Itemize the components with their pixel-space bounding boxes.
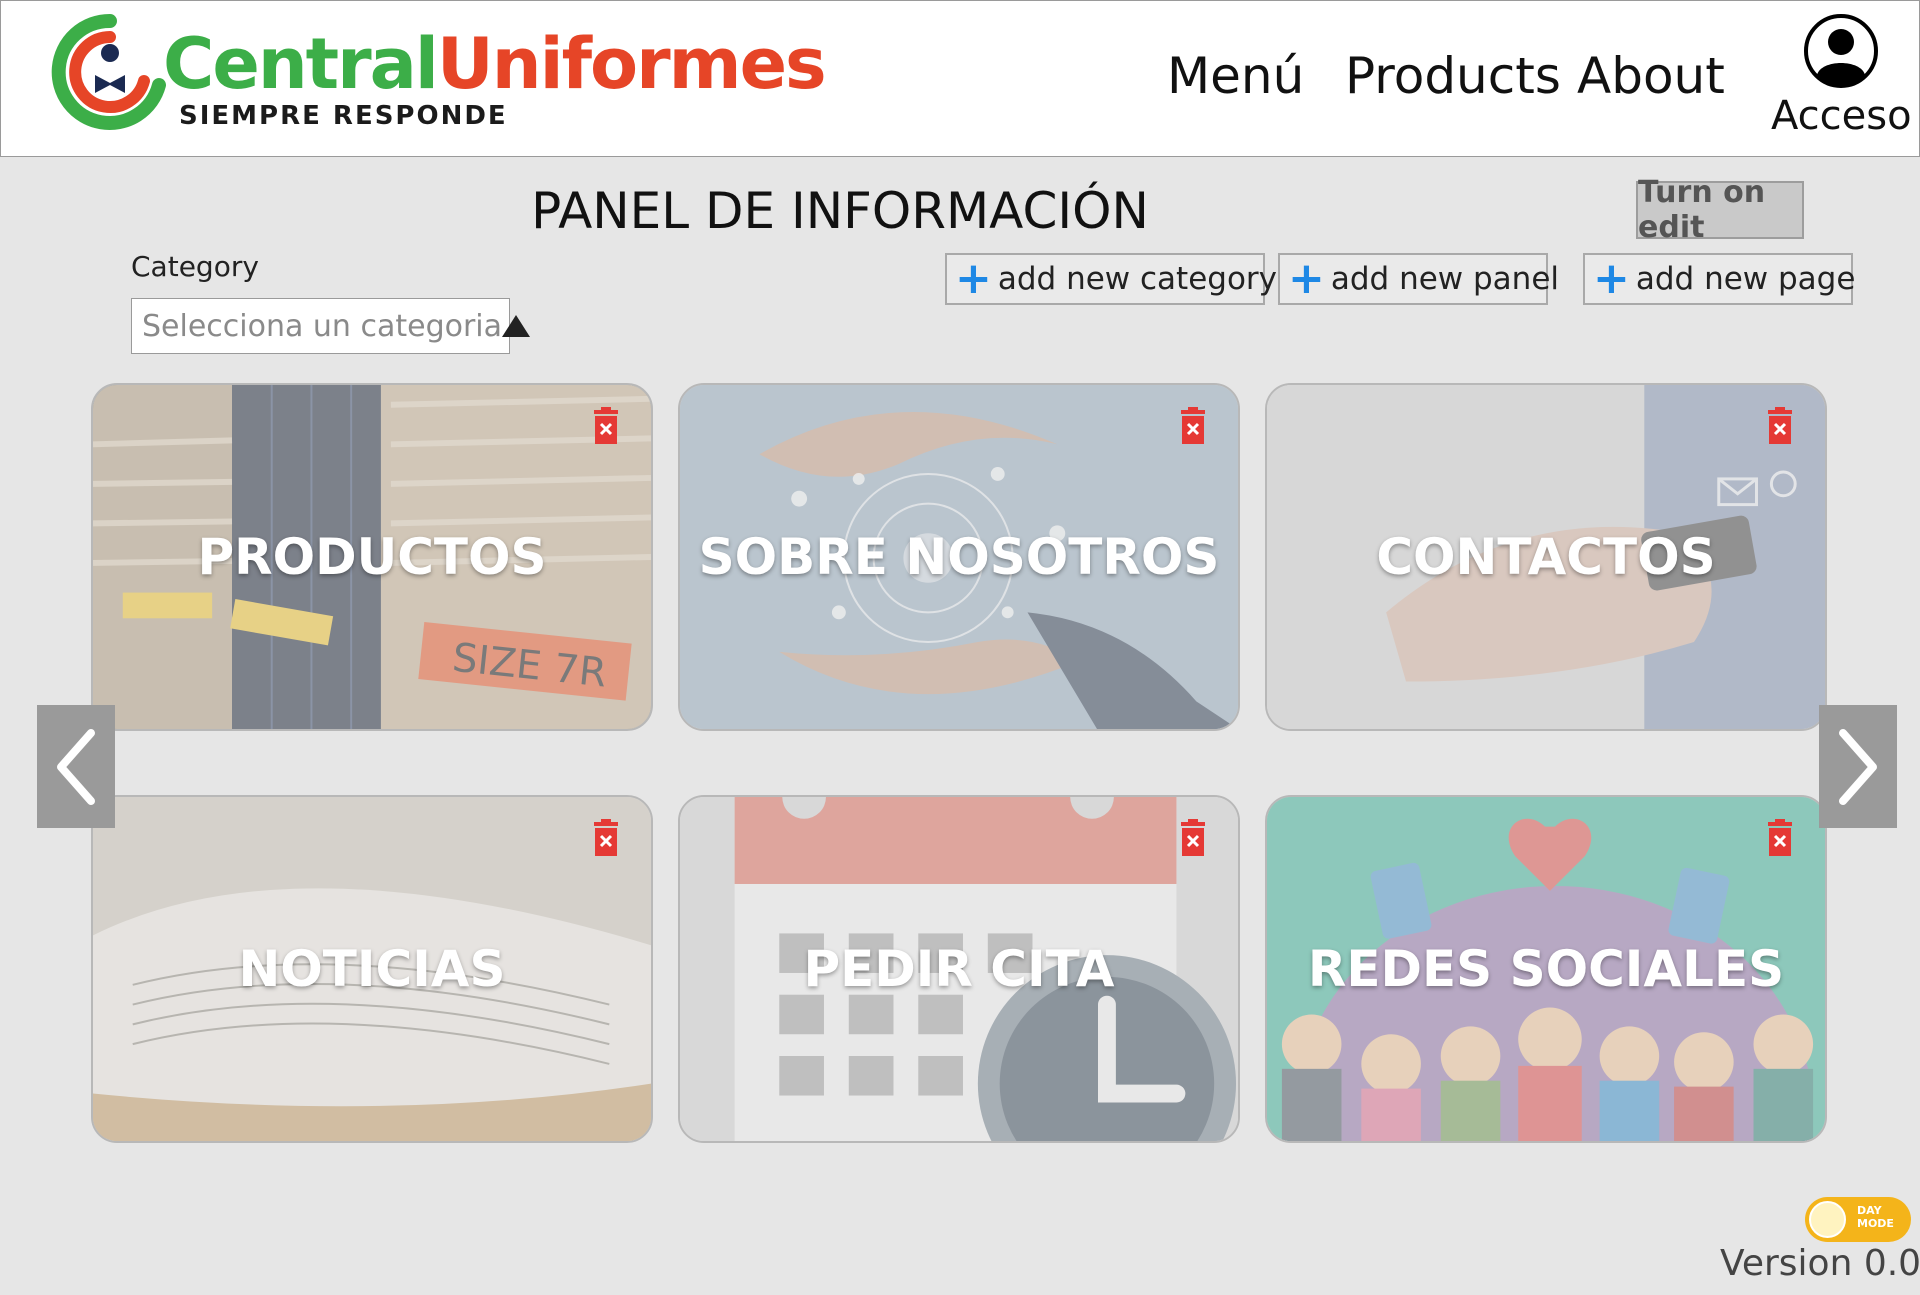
category-select[interactable]: Selecciona un categoria xyxy=(131,298,531,354)
trash-icon[interactable] xyxy=(591,819,621,857)
plus-icon: + xyxy=(955,253,992,304)
panel-redes-sociales[interactable]: REDES SOCIALES xyxy=(1265,795,1827,1143)
add-category-button[interactable]: + add new category xyxy=(945,253,1277,305)
trash-icon[interactable] xyxy=(1178,819,1208,857)
chevron-left-icon xyxy=(57,728,95,805)
day-mode-label: DAY MODE xyxy=(1857,1204,1894,1230)
trash-icon[interactable] xyxy=(1178,407,1208,445)
nav-about-link[interactable]: About xyxy=(1577,47,1725,105)
logo-tagline: SIEMPRE RESPONDE xyxy=(179,101,508,131)
previous-button[interactable] xyxy=(37,705,115,828)
panel-title: PRODUCTOS xyxy=(197,528,547,586)
chevron-down-icon xyxy=(502,315,531,337)
login-button[interactable]: Acceso xyxy=(1771,13,1912,143)
top-bar: CentralUniformes SIEMPRE RESPONDE Menú P… xyxy=(0,0,1920,157)
plus-icon: + xyxy=(1288,253,1325,304)
add-category-label: add new category xyxy=(997,261,1278,297)
panel-noticias[interactable]: NOTICIAS xyxy=(91,795,653,1143)
nav-products-link[interactable]: Products xyxy=(1345,47,1561,105)
turn-on-edit-button[interactable]: Turn on edit xyxy=(1636,175,1804,245)
plus-icon: + xyxy=(1593,253,1630,304)
next-button[interactable] xyxy=(1819,705,1897,828)
add-panel-label: add new panel xyxy=(1330,261,1560,297)
trash-icon[interactable] xyxy=(591,407,621,445)
panel-title: REDES SOCIALES xyxy=(1307,940,1785,998)
add-panel-button[interactable]: + add new panel xyxy=(1278,253,1559,305)
panel-title: PEDIR CITA xyxy=(803,940,1115,998)
login-label: Acceso xyxy=(1771,93,1912,139)
trash-icon[interactable] xyxy=(1765,407,1795,445)
panel-title: SOBRE NOSOTROS xyxy=(698,528,1220,586)
category-label: Category xyxy=(131,250,259,283)
logo-wordmark: CentralUniformes xyxy=(163,23,827,105)
chevron-right-icon xyxy=(1839,728,1877,805)
add-page-label: add new page xyxy=(1635,261,1856,297)
panel-productos[interactable]: SIZE 7R PRODUCTOS xyxy=(91,383,653,731)
panel-title: CONTACTOS xyxy=(1376,528,1716,586)
day-mode-toggle[interactable]: DAY MODE xyxy=(1805,1197,1911,1242)
page-title: PANEL DE INFORMACIÓN xyxy=(531,182,1149,240)
trash-icon[interactable] xyxy=(1765,819,1795,857)
panel-title: NOTICIAS xyxy=(238,940,506,998)
logo-icon xyxy=(51,13,166,130)
category-placeholder: Selecciona un categoria xyxy=(142,308,503,344)
add-page-button[interactable]: + add new page xyxy=(1583,253,1856,305)
panel-sobre-nosotros[interactable]: SOBRE NOSOTROS xyxy=(678,383,1240,731)
user-icon xyxy=(1804,14,1878,88)
panel-contactos[interactable]: CONTACTOS xyxy=(1265,383,1827,731)
sun-icon xyxy=(1809,1201,1846,1238)
version-label: Version 0.01 xyxy=(1720,1243,1920,1284)
nav-menu-link[interactable]: Menú xyxy=(1167,47,1304,105)
panel-pedir-cita[interactable]: PEDIR CITA xyxy=(678,795,1240,1143)
brand-logo[interactable]: CentralUniformes SIEMPRE RESPONDE xyxy=(51,13,827,138)
